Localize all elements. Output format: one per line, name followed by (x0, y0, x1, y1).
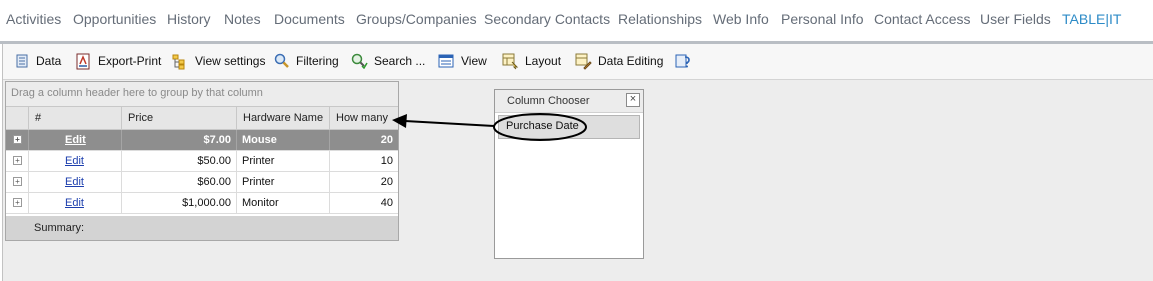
tab-content-panel: Data Export-Print View settings Filterin… (2, 44, 1153, 281)
view-button[interactable]: View (438, 51, 487, 71)
table-row[interactable]: + Edit $1,000.00 Monitor 40 (6, 193, 398, 214)
group-by-panel[interactable]: Drag a column header here to group by th… (6, 82, 398, 107)
edit-cell: Edit (28, 193, 122, 213)
search-icon (351, 53, 368, 69)
close-icon[interactable]: × (626, 93, 640, 107)
how-many-cell: 20 (329, 172, 399, 192)
tab-user-fields[interactable]: User Fields (980, 11, 1051, 27)
export-print-icon (76, 53, 90, 69)
chooser-item-purchase-date[interactable]: Purchase Date (498, 115, 640, 139)
table-row[interactable]: + Edit $7.00 Mouse 20 (6, 130, 398, 151)
expand-icon[interactable]: + (13, 198, 22, 207)
edit-link[interactable]: Edit (65, 155, 84, 167)
view-settings-button[interactable]: View settings (172, 51, 265, 71)
hardware-name-cell: Printer (236, 172, 330, 192)
table-row[interactable]: + Edit $60.00 Printer 20 (6, 172, 398, 193)
row-expand-cell: + (6, 193, 28, 213)
expand-icon[interactable]: + (13, 156, 22, 165)
edit-cell: Edit (28, 172, 122, 192)
column-header-how-many[interactable]: How many (329, 107, 399, 129)
edit-link[interactable]: Edit (65, 176, 84, 188)
tab-secondary-contacts[interactable]: Secondary Contacts (484, 11, 610, 27)
tab-personal-info[interactable]: Personal Info (781, 11, 864, 27)
hardware-name-cell: Monitor (236, 193, 330, 213)
view-label: View (461, 54, 487, 68)
help-icon (675, 54, 690, 68)
record-tabs: Activities Opportunities History Notes D… (0, 0, 1153, 40)
summary-row: Summary: (6, 216, 398, 240)
expand-icon[interactable]: + (13, 177, 22, 186)
column-header-price[interactable]: Price (121, 107, 237, 129)
hardware-name-cell: Mouse (236, 130, 330, 150)
export-print-button[interactable]: Export-Print (75, 51, 161, 71)
data-editing-button[interactable]: Data Editing (575, 51, 663, 71)
how-many-cell: 20 (329, 130, 399, 150)
grid-header: # Price Hardware Name How many (6, 107, 398, 130)
tab-opportunities[interactable]: Opportunities (73, 11, 156, 27)
view-icon (438, 54, 454, 68)
edit-link[interactable]: Edit (65, 134, 86, 146)
edit-cell: Edit (28, 151, 122, 171)
magnifier-icon (274, 53, 289, 68)
table-row[interactable]: + Edit $50.00 Printer 10 (6, 151, 398, 172)
row-expand-cell: + (6, 130, 28, 150)
search-button[interactable]: Search ... (351, 51, 425, 71)
view-settings-label: View settings (195, 54, 266, 68)
help-button[interactable] (674, 51, 698, 71)
layout-label: Layout (525, 54, 562, 68)
chooser-item-label: Purchase Date (506, 120, 579, 132)
filtering-button[interactable]: Filtering (274, 51, 339, 71)
layout-button[interactable]: Layout (502, 51, 561, 71)
column-header-hardware-name[interactable]: Hardware Name (236, 107, 330, 129)
column-chooser-titlebar[interactable]: Column Chooser × (495, 90, 643, 113)
row-expand-cell: + (6, 172, 28, 192)
price-cell: $60.00 (121, 172, 237, 192)
data-grid: Drag a column header here to group by th… (5, 81, 399, 241)
column-header-number[interactable]: # (28, 107, 122, 129)
price-cell: $7.00 (121, 130, 237, 150)
data-icon (16, 54, 28, 68)
column-chooser-title: Column Chooser (507, 95, 590, 107)
filtering-label: Filtering (296, 54, 339, 68)
data-button[interactable]: Data (14, 51, 61, 71)
column-chooser-dialog: Column Chooser × Purchase Date (494, 89, 644, 259)
layout-icon (502, 53, 519, 69)
data-editing-label: Data Editing (598, 54, 664, 68)
data-editing-icon (575, 53, 592, 70)
how-many-cell: 10 (329, 151, 399, 171)
edit-link[interactable]: Edit (65, 197, 84, 209)
data-label: Data (36, 54, 62, 68)
price-cell: $50.00 (121, 151, 237, 171)
group-by-hint: Drag a column header here to group by th… (11, 87, 263, 99)
hardware-name-cell: Printer (236, 151, 330, 171)
tab-relationships[interactable]: Relationships (618, 11, 702, 27)
tab-web-info[interactable]: Web Info (713, 11, 769, 27)
price-cell: $1,000.00 (121, 193, 237, 213)
tab-groups-companies[interactable]: Groups/Companies (356, 11, 477, 27)
grid-toolbar: Data Export-Print View settings Filterin… (3, 44, 1153, 80)
view-settings-icon (172, 54, 185, 69)
tab-contact-access[interactable]: Contact Access (874, 11, 971, 27)
tab-notes[interactable]: Notes (224, 11, 261, 27)
summary-label: Summary: (34, 222, 85, 234)
search-label: Search ... (374, 54, 426, 68)
expand-icon[interactable]: + (13, 135, 22, 144)
tab-documents[interactable]: Documents (274, 11, 345, 27)
header-expand-cell (6, 107, 28, 129)
export-print-label: Export-Print (98, 54, 162, 68)
edit-cell: Edit (28, 130, 122, 150)
tab-activities[interactable]: Activities (6, 11, 61, 27)
how-many-cell: 40 (329, 193, 399, 213)
tab-history[interactable]: History (167, 11, 211, 27)
tab-table-it[interactable]: TABLE|IT (1062, 11, 1121, 27)
row-expand-cell: + (6, 151, 28, 171)
